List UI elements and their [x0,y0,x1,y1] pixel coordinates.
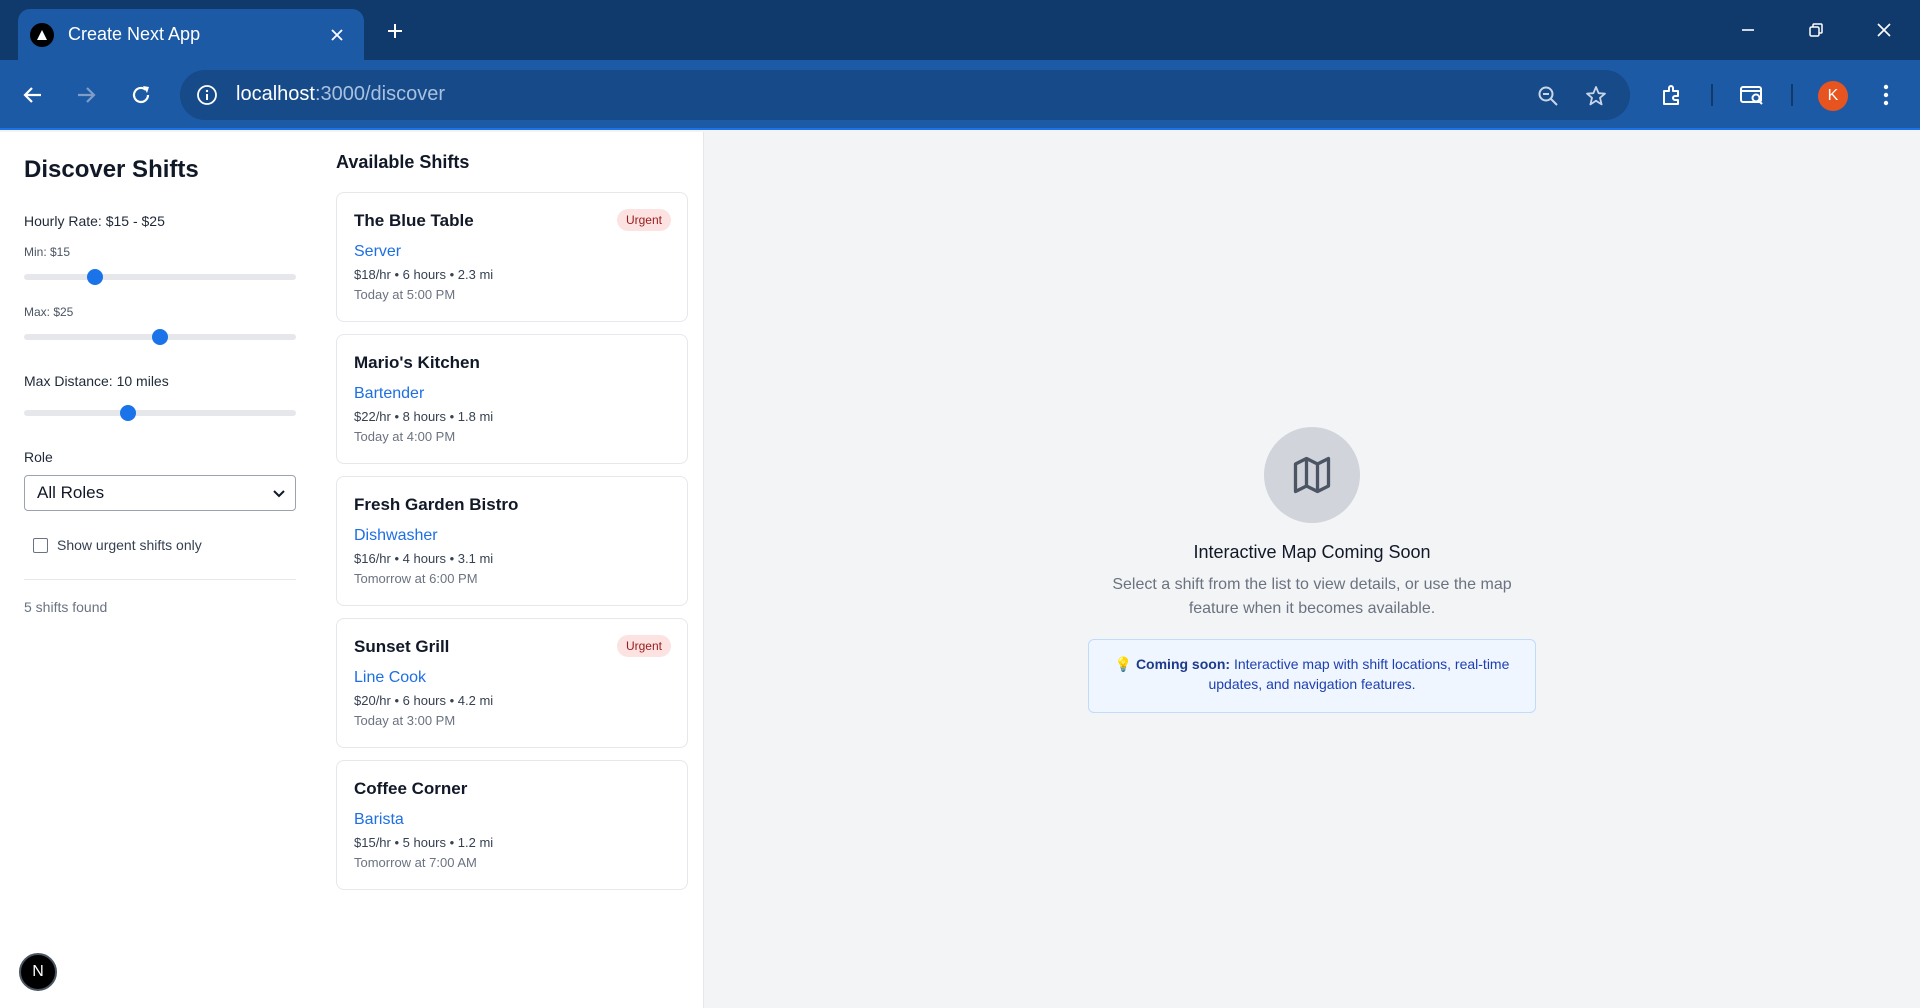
slider-track [24,410,296,416]
shift-meta: $15/hr • 5 hours • 1.2 mi [354,835,494,850]
urgent-badge: Urgent [616,209,671,231]
coming-soon-notice: 💡 Coming soon: Interactive map with shif… [1088,639,1536,713]
urgent-only-label: Show urgent shifts only [57,537,202,553]
min-rate-slider[interactable] [24,266,296,286]
shift-list-panel: Available Shifts The Blue Table Urgent S… [320,132,704,1008]
url-host: localhost [236,83,315,105]
map-panel: Interactive Map Coming Soon Select a shi… [704,132,1920,1008]
shift-role: Server [354,243,402,260]
bookmark-star-icon[interactable] [1582,82,1610,110]
shift-role: Dishwasher [354,527,438,544]
page-title: Discover Shifts [24,156,199,183]
shift-card[interactable]: Mario's Kitchen Bartender $22/hr • 8 hou… [336,334,688,464]
urgent-only-toggle[interactable]: Show urgent shifts only [24,537,202,553]
shift-time: Today at 4:00 PM [354,429,456,444]
divider [24,579,296,580]
shift-meta: $22/hr • 8 hours • 1.8 mi [354,409,494,424]
max-rate-slider[interactable] [24,326,296,346]
shift-card[interactable]: Coffee Corner Barista $15/hr • 5 hours •… [336,760,688,890]
browser-tab-strip: Create Next App [0,0,1920,60]
url-text[interactable]: localhost:3000/discover [236,83,445,106]
map-icon [1264,427,1360,523]
zoom-icon[interactable] [1534,82,1562,110]
shift-card[interactable]: Fresh Garden Bistro Dishwasher $16/hr • … [336,476,688,606]
profile-avatar[interactable]: K [1818,81,1848,111]
back-arrow-icon[interactable] [15,77,51,113]
shift-time: Tomorrow at 7:00 AM [354,855,477,870]
hourly-rate-label: Hourly Rate: $15 - $25 [24,213,165,229]
role-select-value: All Roles [37,483,105,502]
notice-text: Interactive map with shift locations, re… [1208,656,1510,692]
shift-business-name: Coffee Corner [354,779,468,798]
slider-thumb[interactable] [87,269,103,285]
minimize-icon[interactable] [1728,14,1768,46]
slider-thumb[interactable] [120,405,136,421]
shift-meta: $18/hr • 6 hours • 2.3 mi [354,267,494,282]
shift-business-name: Sunset Grill [354,637,450,656]
browser-toolbar: localhost:3000/discover K [0,60,1920,130]
notice-bold-label: Coming soon: [1135,656,1231,672]
shift-time: Today at 3:00 PM [354,713,456,728]
urgent-only-checkbox[interactable] [33,537,48,553]
shift-time: Today at 5:00 PM [354,287,456,302]
role-select[interactable]: All Roles [24,475,296,511]
max-distance-label: Max Distance: 10 miles [24,373,169,389]
shift-role: Bartender [354,385,425,402]
shift-role: Barista [354,811,404,828]
shift-business-name: Fresh Garden Bistro [354,495,519,514]
url-path: :3000/discover [314,83,446,105]
shift-card[interactable]: Sunset Grill Urgent Line Cook $20/hr • 6… [336,618,688,748]
site-info-icon[interactable] [194,82,220,108]
page-content: Discover Shifts Hourly Rate: $15 - $25 M… [0,132,1920,1008]
max-distance-slider[interactable] [24,402,296,422]
address-bar[interactable]: localhost:3000/discover [180,70,1630,120]
shift-meta: $20/hr • 6 hours • 4.2 mi [354,693,494,708]
browser-menu-icon[interactable] [1868,77,1904,113]
nextjs-favicon-icon [30,22,54,47]
new-tab-icon[interactable] [380,16,410,46]
lightbulb-icon: 💡 [1114,656,1133,672]
toolbar-separator [1791,84,1793,106]
shift-meta: $16/hr • 4 hours • 3.1 mi [354,551,494,566]
shift-role: Line Cook [354,669,427,686]
shift-business-name: Mario's Kitchen [354,353,480,372]
restore-icon[interactable] [1796,14,1836,46]
shift-card[interactable]: The Blue Table Urgent Server $18/hr • 6 … [336,192,688,322]
close-window-icon[interactable] [1864,14,1904,46]
urgent-badge: Urgent [616,635,671,657]
toolbar-separator [1711,84,1713,106]
nextjs-dev-badge[interactable]: N [19,953,57,991]
max-rate-label: Max: $25 [24,305,74,319]
extensions-icon[interactable] [1654,77,1690,113]
map-placeholder-subtitle: Select a shift from the list to view det… [1112,576,1512,617]
slider-thumb[interactable] [152,329,168,345]
shift-time: Tomorrow at 6:00 PM [354,571,478,586]
results-count: 5 shifts found [24,599,108,615]
tab-search-icon[interactable] [1734,77,1770,113]
chevron-down-icon [271,485,287,506]
slider-track [24,274,296,280]
browser-tab[interactable]: Create Next App [18,9,364,60]
tab-title: Create Next App [68,24,201,44]
map-placeholder-title: Interactive Map Coming Soon [1193,542,1431,562]
shift-card-list: The Blue Table Urgent Server $18/hr • 6 … [336,192,688,902]
close-tab-icon[interactable] [324,22,350,48]
filters-sidebar: Discover Shifts Hourly Rate: $15 - $25 M… [0,132,320,1008]
min-rate-label: Min: $15 [24,245,71,259]
reload-icon[interactable] [123,77,159,113]
shift-list-title: Available Shifts [336,152,470,172]
shift-business-name: The Blue Table [354,211,474,230]
role-label: Role [24,449,53,465]
forward-arrow-icon[interactable] [68,77,104,113]
